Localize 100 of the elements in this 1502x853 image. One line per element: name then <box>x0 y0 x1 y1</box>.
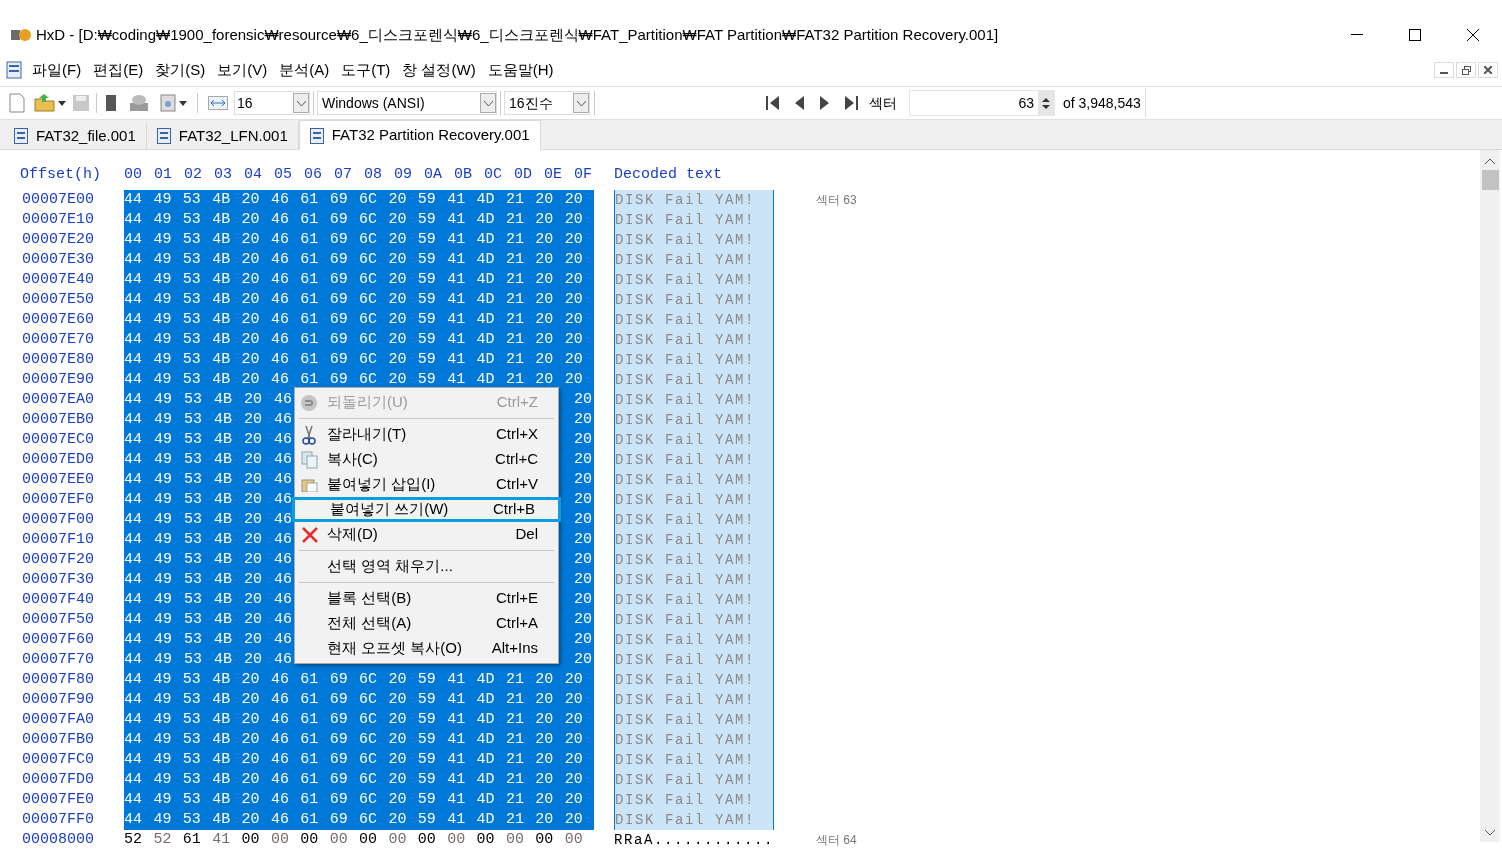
hex-byte: 61 <box>300 729 320 750</box>
vertical-scrollbar[interactable] <box>1480 150 1500 842</box>
hex-byte: 46 <box>274 429 293 450</box>
restore-icon <box>1461 65 1471 75</box>
hex-byte: 53 <box>184 589 203 610</box>
hex-byte: 59 <box>417 349 437 370</box>
decoded-text: DISK Fail YAM! <box>615 810 756 830</box>
spin-up-icon[interactable] <box>1042 97 1050 102</box>
charset-dropdown[interactable]: Windows (ANSI) <box>317 91 497 115</box>
offset-cell-text: 00007ED0 <box>21 449 95 470</box>
hex-byte: 20 <box>241 309 261 330</box>
last-sector-icon[interactable] <box>843 95 859 111</box>
hex-byte: 61 <box>300 749 320 770</box>
hex-byte: 6C <box>359 669 378 690</box>
menu-item[interactable]: 붙여넣기 삽입(I) Ctrl+V <box>295 472 558 497</box>
menu-item[interactable]: 도구(T) <box>335 58 397 82</box>
decoded-text: DISK Fail YAM! <box>615 350 756 370</box>
hex-byte: 20 <box>241 249 261 270</box>
hex-byte: 53 <box>184 469 203 490</box>
spin-down-icon[interactable] <box>1042 104 1050 109</box>
menu-item[interactable]: 보기(V) <box>211 58 274 82</box>
menu-item[interactable]: 전체 선택(A) Ctrl+A <box>295 611 558 636</box>
first-sector-icon[interactable] <box>765 95 781 111</box>
hex-byte: 44 <box>124 749 143 770</box>
hex-byte: 49 <box>153 669 173 690</box>
hex-byte: 41 <box>447 669 467 690</box>
menu-item[interactable]: 복사(C) Ctrl+C <box>295 447 558 472</box>
hex-byte: 20 <box>388 209 408 230</box>
hex-byte: 20 <box>388 709 408 730</box>
previous-sector-icon[interactable] <box>793 95 805 111</box>
hex-byte: 00 <box>535 829 555 850</box>
menu-item[interactable]: 붙여넣기 쓰기(W) Ctrl+B <box>292 497 561 522</box>
offset-header: Offset(h) <box>19 165 102 186</box>
menu-item[interactable]: 파일(F) <box>26 58 88 82</box>
hex-byte: 20 <box>574 609 593 630</box>
hex-byte: 4D <box>476 209 496 230</box>
hex-byte: 21 <box>505 209 525 230</box>
hex-byte: 61 <box>300 349 320 370</box>
hex-byte: 46 <box>270 229 290 250</box>
hex-byte: 4B <box>214 409 233 430</box>
menu-item[interactable]: 찾기(S) <box>149 58 212 82</box>
hex-byte: 20 <box>535 229 555 250</box>
close-button[interactable] <box>1478 62 1498 78</box>
bytes-per-row-dropdown[interactable]: 16 <box>234 91 310 115</box>
column-header: 09 <box>394 165 413 186</box>
hex-byte: 41 <box>212 829 232 850</box>
scrollbar-thumb[interactable] <box>1481 170 1499 190</box>
hex-byte: 59 <box>417 809 437 830</box>
hex-byte: 69 <box>329 369 349 390</box>
hex-byte: 20 <box>241 809 261 830</box>
file-tab[interactable]: FAT32 Partition Recovery.001 <box>298 120 541 150</box>
hex-byte: 49 <box>154 409 173 430</box>
menu-item[interactable]: 블록 선택(B) Ctrl+E <box>295 586 558 611</box>
hex-byte: 20 <box>535 189 555 210</box>
hex-byte: 69 <box>329 269 349 290</box>
menu-item[interactable]: 편집(E) <box>87 58 150 82</box>
hex-byte: 4D <box>476 809 496 830</box>
decoded-text: DISK Fail YAM! <box>615 250 756 270</box>
hex-byte: 20 <box>244 409 263 430</box>
hex-byte: 20 <box>574 429 593 450</box>
dropdown-arrow-icon[interactable] <box>179 100 187 106</box>
hex-byte: 49 <box>153 249 173 270</box>
hex-byte: 20 <box>535 749 555 770</box>
hex-byte: 53 <box>182 769 202 790</box>
hex-byte: 53 <box>182 229 202 250</box>
next-sector-icon[interactable] <box>819 95 831 111</box>
hex-byte: 49 <box>154 649 173 670</box>
column-header: 00 <box>124 165 143 186</box>
hex-byte: 00 <box>505 829 525 850</box>
decoded-text: DISK Fail YAM! <box>615 390 756 410</box>
hex-byte: 44 <box>124 349 143 370</box>
hex-byte: 6C <box>359 749 378 770</box>
base-dropdown[interactable]: 16진수 <box>504 91 590 115</box>
hex-byte: 20 <box>564 749 584 770</box>
hex-byte: 00 <box>270 829 290 850</box>
hex-byte: 46 <box>270 349 290 370</box>
hex-byte: 49 <box>153 209 173 230</box>
menu-item[interactable]: 분석(A) <box>273 58 336 82</box>
offset-cell-text: 00007E60 <box>21 309 95 330</box>
menu-item[interactable]: 창 설정(W) <box>396 58 482 82</box>
menu-item[interactable]: 현재 오프셋 복사(O) Alt+Ins <box>295 636 558 661</box>
hex-byte: 46 <box>274 609 293 630</box>
hex-byte: 6C <box>359 689 378 710</box>
disk-icon[interactable] <box>129 94 149 112</box>
menu-item[interactable]: 선택 영역 채우기... <box>295 554 558 579</box>
hex-byte: 46 <box>270 189 290 210</box>
minimize-button[interactable] <box>1434 62 1454 78</box>
scroll-down-icon[interactable] <box>1485 830 1495 836</box>
clipboard-icon <box>301 477 319 492</box>
hex-byte: 44 <box>124 269 143 290</box>
hex-byte: 20 <box>535 729 555 750</box>
restore-button[interactable] <box>1456 62 1476 78</box>
sector-field[interactable]: 63 <box>909 90 1055 116</box>
hex-byte: 00 <box>241 829 261 850</box>
dropdown-arrow-icon[interactable] <box>58 100 66 106</box>
scroll-up-icon[interactable] <box>1485 158 1495 164</box>
menu-item[interactable]: 잘라내기(T) Ctrl+X <box>295 422 558 447</box>
menu-item[interactable]: 삭제(D) Del <box>295 522 558 547</box>
menu-item[interactable]: 도움말(H) <box>481 58 560 82</box>
hex-byte: 59 <box>417 269 437 290</box>
